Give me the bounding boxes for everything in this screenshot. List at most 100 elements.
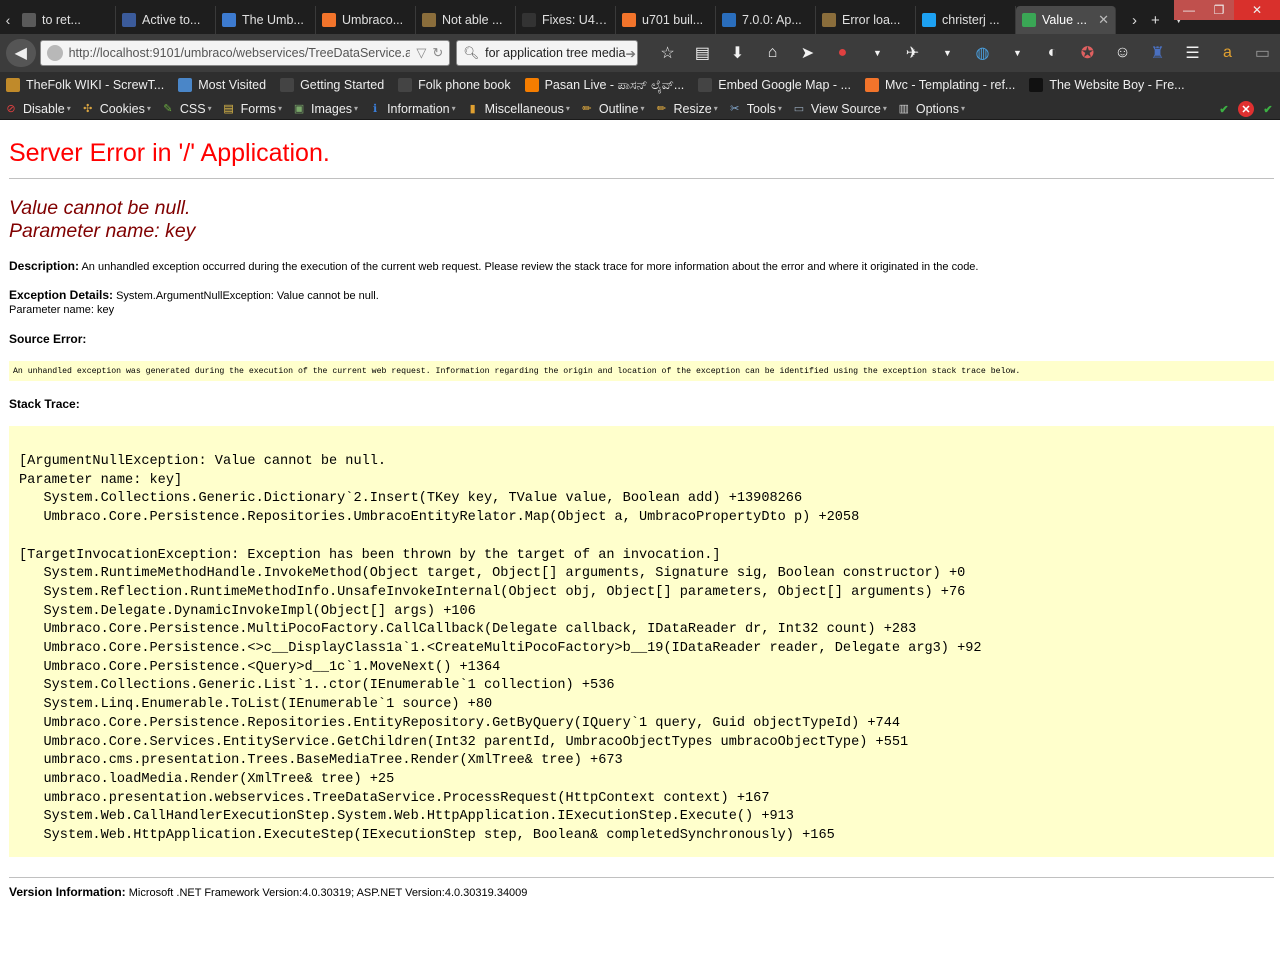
bookmark-item[interactable]: The Website Boy - Fre... — [1029, 78, 1185, 92]
overflow-icon[interactable]: ▭ — [1245, 43, 1280, 63]
bookmark-item[interactable]: Embed Google Map - ... — [698, 78, 851, 92]
search-go-icon[interactable]: ➔ — [625, 46, 635, 61]
bookmark-item[interactable]: Pasan Live - ಪಾಸನ್ ಲೈವ್... — [524, 78, 684, 93]
umbraco-icon — [622, 13, 636, 27]
exception-details-text: System.ArgumentNullException: Value cann… — [113, 290, 379, 302]
tab-list: to ret... Active to... The Umb... Umbraco..… — [16, 6, 1116, 34]
new-tab-icon[interactable]: + — [1151, 12, 1160, 29]
lifebuoy-icon[interactable]: ✪ — [1070, 43, 1105, 63]
issue-icon — [722, 13, 736, 27]
webdev-menu-tools[interactable]: ✂ Tools ▾ — [728, 102, 782, 116]
webdev-menu-information[interactable]: ℹ Information ▾ — [368, 102, 456, 116]
maximize-icon[interactable]: ❐ — [1204, 0, 1234, 20]
css-icon: ✎ — [163, 103, 173, 115]
exception-parameter-text: Parameter name: key — [9, 304, 115, 316]
version-label: Version Information: — [9, 885, 126, 899]
webdev-menu-label: Images — [311, 101, 353, 116]
tab-title: to ret... — [42, 13, 81, 27]
amazon-icon[interactable]: a — [1210, 44, 1245, 62]
bookmark-item[interactable]: Mvc - Templating - ref... — [864, 78, 1016, 92]
bookmark-dropdown-icon[interactable]: ▽ — [416, 45, 426, 61]
asp-icon[interactable]: ● — [825, 44, 860, 62]
webdev-menu-label: Cookies — [99, 101, 145, 116]
sync-icon[interactable]: ◐ — [1035, 44, 1070, 62]
page-title: Server Error in '/' Application. — [9, 139, 330, 167]
js-error-icon[interactable]: ✕ — [1238, 101, 1254, 117]
browser-tab[interactable]: Active to... — [116, 6, 216, 34]
bookmark-label: Getting Started — [300, 78, 385, 92]
menu-icon[interactable]: ☰ — [1175, 43, 1210, 63]
search-icon: 🔍︎ — [463, 45, 480, 60]
extension-icon[interactable]: ♜ — [1140, 43, 1175, 63]
description-row: Description: An unhandled exception occu… — [9, 259, 979, 274]
webdev-menu-disable[interactable]: ⊘ Disable ▾ — [4, 102, 70, 116]
browser-tab[interactable]: Fixes: U4-... — [516, 6, 616, 34]
url-text[interactable]: http://localhost:9101/umbraco/webservice… — [69, 46, 411, 60]
toolbar-icons: ☆ ▤ ⬇ ⌂ ➤ ● ▼ ✈ ▼ ◍ ▼ ◐ ✪ ☺ ♜ ☰ a ▭ — [650, 43, 1280, 63]
tab-scroll-left-icon[interactable]: ‹ — [0, 6, 16, 34]
bookmarks-toolbar: TheFolk WIKI - ScrewT... Most Visited Gett… — [0, 72, 1280, 98]
smiley-icon[interactable]: ☺ — [1105, 44, 1140, 62]
minimize-icon[interactable]: — — [1174, 0, 1204, 20]
description-label: Description: — [9, 259, 80, 273]
webdev-menu-resize[interactable]: ✏ Resize ▾ — [654, 102, 718, 116]
downloads-icon[interactable]: ⬇ — [720, 43, 755, 63]
browser-tab[interactable]: u701 buil... — [616, 6, 716, 34]
doc-icon — [422, 13, 436, 27]
search-bar[interactable]: 🔍︎ for application tree media ➔ — [456, 40, 638, 66]
browser-tab[interactable]: Value ... ✕ — [1016, 6, 1116, 34]
bookmark-item[interactable]: Folk phone book — [398, 78, 511, 92]
css-ok-icon[interactable]: ✔ — [1216, 101, 1232, 117]
flag-icon — [122, 13, 136, 27]
reload-icon[interactable]: ↻ — [432, 45, 443, 61]
bookmark-label: Mvc - Templating - ref... — [884, 78, 1016, 92]
site-identity-icon[interactable] — [46, 45, 63, 61]
browser-tab[interactable]: 7.0.0: Ap... — [716, 6, 816, 34]
webdev-menu-images[interactable]: ▣ Images ▾ — [292, 102, 358, 116]
footer-divider — [9, 877, 1274, 878]
browser-tab[interactable]: to ret... — [16, 6, 116, 34]
bookmarks-menu-icon[interactable]: ▤ — [685, 43, 720, 63]
html-ok-icon[interactable]: ✔ — [1260, 101, 1276, 117]
tab-title: u701 buil... — [642, 13, 704, 27]
web-developer-toolbar: ⊘ Disable ▾ ✣ Cookies ▾ ✎ CSS ▾ ▤ Forms ▾ ▣ Images ▾ ℹ I… — [0, 98, 1280, 120]
bookmark-favicon-icon — [864, 78, 879, 92]
menu-caret-icon: ▾ — [882, 104, 887, 113]
webdev-menu-label: Options — [915, 101, 959, 116]
webdev-menu-miscellaneous[interactable]: ▮ Miscellaneous ▾ — [466, 102, 570, 116]
webdev-menu-forms[interactable]: ▤ Forms ▾ — [222, 102, 282, 116]
bookmark-item[interactable]: TheFolk WIKI - ScrewT... — [6, 78, 164, 92]
addon3-dropdown-icon[interactable]: ▼ — [1000, 48, 1035, 58]
browser-tab[interactable]: Not able ... — [416, 6, 516, 34]
back-button[interactable]: ◀ — [6, 39, 36, 67]
page-icon — [1022, 13, 1036, 27]
addon-dropdown-icon[interactable]: ▼ — [860, 48, 895, 58]
webdev-menu-view-source[interactable]: ▭ View Source ▾ — [792, 102, 887, 116]
browser-tab[interactable]: Error loa... — [816, 6, 916, 34]
close-tab-icon[interactable]: ✕ — [1098, 12, 1109, 28]
bookmark-item[interactable]: Most Visited — [178, 78, 266, 92]
webdev-menu-css[interactable]: ✎ CSS ▾ — [161, 102, 211, 116]
webdev-menu-cookies[interactable]: ✣ Cookies ▾ — [81, 102, 151, 116]
error-message-line2: Parameter name: key — [9, 220, 196, 242]
url-bar[interactable]: http://localhost:9101/umbraco/webservice… — [39, 40, 451, 66]
addon2-dropdown-icon[interactable]: ▼ — [930, 48, 965, 58]
home-icon[interactable]: ⌂ — [755, 44, 790, 62]
plane-icon[interactable]: ✈ — [895, 43, 930, 63]
webdev-menu-outline[interactable]: ✏ Outline ▾ — [580, 102, 644, 116]
send-icon[interactable]: ➤ — [790, 43, 825, 63]
webdev-menu-options[interactable]: ▥ Options ▾ — [897, 102, 965, 116]
tab-bar: ‹ to ret... Active to... The Umb... Umbraco… — [0, 0, 1280, 34]
close-window-icon[interactable]: ✕ — [1234, 0, 1280, 20]
title-divider — [9, 178, 1274, 179]
bookmark-item[interactable]: Getting Started — [280, 78, 384, 92]
bookmark-star-icon[interactable]: ☆ — [650, 43, 685, 63]
browser-tab[interactable]: christerj ... — [916, 6, 1016, 34]
browser-tab[interactable]: The Umb... — [216, 6, 316, 34]
forms-icon: ▤ — [223, 103, 234, 115]
tab-scroll-right-icon[interactable]: › — [1132, 12, 1137, 29]
search-input[interactable]: for application tree media — [485, 46, 625, 60]
browser-tab[interactable]: Umbraco... — [316, 6, 416, 34]
exception-details-label: Exception Details: — [9, 288, 114, 302]
globe-icon[interactable]: ◍ — [965, 43, 1000, 63]
